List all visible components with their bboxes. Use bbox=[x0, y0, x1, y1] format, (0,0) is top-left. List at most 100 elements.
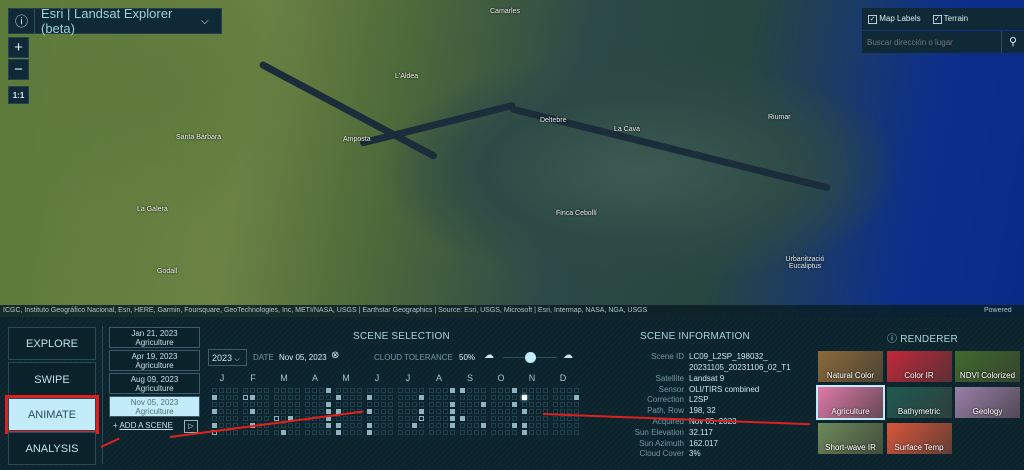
calendar-day[interactable] bbox=[522, 423, 527, 428]
search-box: ⚲ bbox=[862, 31, 1024, 53]
calendar-day[interactable] bbox=[450, 423, 455, 428]
zoom-out-button[interactable]: − bbox=[8, 59, 29, 80]
nav-explore-button[interactable]: EXPLORE bbox=[8, 327, 96, 360]
calendar-day bbox=[536, 423, 541, 428]
calendar-day[interactable] bbox=[522, 409, 527, 414]
calendar-day[interactable] bbox=[212, 423, 217, 428]
app-title-bar[interactable]: ⓘ Esri | Landsat Explorer (beta) ⌵ bbox=[8, 6, 222, 36]
renderer-ndvi-colorized[interactable]: NDVI Colorized bbox=[955, 351, 1020, 382]
calendar-day[interactable] bbox=[336, 395, 341, 400]
chevron-down-icon[interactable]: ⌵ bbox=[201, 16, 221, 27]
play-button[interactable]: ▷ bbox=[184, 420, 198, 433]
zoom-in-button[interactable]: + bbox=[8, 37, 29, 58]
calendar-day bbox=[312, 402, 317, 407]
calendar-day[interactable] bbox=[419, 416, 424, 421]
calendar-day[interactable] bbox=[274, 416, 279, 421]
calendar-day[interactable] bbox=[250, 409, 255, 414]
calendar-day[interactable] bbox=[326, 409, 331, 414]
calendar-day bbox=[367, 402, 372, 407]
animation-scene-item[interactable]: Aug 09, 2023 Agriculture bbox=[109, 373, 200, 394]
calendar-day[interactable] bbox=[450, 409, 455, 414]
calendar-day bbox=[398, 416, 403, 421]
calendar-day bbox=[336, 416, 341, 421]
renderer-short-wave-ir[interactable]: Short-wave IR bbox=[818, 423, 883, 454]
calendar-day bbox=[436, 409, 441, 414]
animation-scene-item[interactable]: Nov 05, 2023 Agriculture bbox=[109, 396, 200, 417]
calendar-day[interactable] bbox=[212, 395, 217, 400]
calendar-day bbox=[264, 388, 269, 393]
map-view[interactable]: Camarles L'Aldea Amposta Deltebre La Cav… bbox=[0, 0, 1024, 317]
calendar-day[interactable] bbox=[450, 416, 455, 421]
renderer-surface-temp[interactable]: Surface Temp bbox=[886, 423, 952, 454]
animation-scene-item[interactable]: Apr 19, 2023 Agriculture bbox=[109, 350, 200, 371]
search-icon[interactable]: ⚲ bbox=[1002, 31, 1024, 53]
calendar-day bbox=[226, 409, 231, 414]
terrain-checkbox[interactable]: ✓ Terrain bbox=[932, 14, 968, 24]
calendar-day[interactable] bbox=[512, 423, 517, 428]
calendar-day bbox=[543, 388, 548, 393]
add-scene-button[interactable]: + ADD A SCENE bbox=[113, 421, 173, 430]
calendar-day[interactable] bbox=[460, 388, 465, 393]
calendar-day[interactable] bbox=[212, 409, 217, 414]
renderer-natural-color[interactable]: Natural Color bbox=[818, 351, 883, 382]
powered-by-link[interactable]: Powered by bbox=[984, 307, 1014, 314]
calendar-day[interactable] bbox=[481, 423, 486, 428]
nav-animate-button[interactable]: ANIMATE bbox=[5, 395, 99, 434]
calendar-day bbox=[443, 395, 448, 400]
calendar-day[interactable] bbox=[412, 423, 417, 428]
info-label: Correction bbox=[647, 395, 684, 405]
calendar-day[interactable] bbox=[419, 409, 424, 414]
calendar-day[interactable] bbox=[512, 402, 517, 407]
year-select[interactable]: 2023 ⌵ bbox=[208, 349, 247, 366]
renderer-bathymetric[interactable]: Bathymetric bbox=[886, 387, 952, 418]
calendar-day[interactable] bbox=[326, 423, 331, 428]
calendar-day bbox=[226, 402, 231, 407]
calendar-day[interactable] bbox=[419, 395, 424, 400]
renderer-label: Geology bbox=[972, 407, 1003, 416]
renderer-geology[interactable]: Geology bbox=[955, 387, 1020, 418]
calendar-day[interactable] bbox=[336, 430, 341, 435]
calendar-day bbox=[233, 402, 238, 407]
calendar-day[interactable] bbox=[367, 423, 372, 428]
calendar-day[interactable] bbox=[481, 402, 486, 407]
calendar-day[interactable] bbox=[522, 430, 527, 435]
scene-date: Jan 21, 2023 bbox=[131, 329, 178, 338]
calendar-day[interactable] bbox=[326, 402, 331, 407]
search-input[interactable] bbox=[862, 31, 1002, 53]
renderer-color-ir[interactable]: Color IR bbox=[886, 351, 952, 382]
calendar-day bbox=[498, 416, 503, 421]
plus-icon: + bbox=[113, 421, 118, 430]
renderer-agriculture[interactable]: Agriculture bbox=[816, 385, 885, 420]
calendar-day[interactable] bbox=[460, 416, 465, 421]
clear-date-icon[interactable]: ⊗ bbox=[331, 350, 339, 361]
calendar-day[interactable] bbox=[367, 395, 372, 400]
cloud-tolerance-slider[interactable] bbox=[503, 352, 557, 363]
info-label: Sun Azimuth bbox=[639, 438, 684, 448]
calendar-day bbox=[429, 402, 434, 407]
calendar-day bbox=[405, 395, 410, 400]
nav-analysis-button[interactable]: ANALYSIS bbox=[8, 432, 96, 465]
calendar-day bbox=[288, 430, 293, 435]
calendar-day[interactable] bbox=[512, 388, 517, 393]
map-label: Finca Cebollí bbox=[556, 210, 597, 217]
calendar-day bbox=[357, 395, 362, 400]
nav-swipe-button[interactable]: SWIPE bbox=[8, 362, 96, 397]
calendar-day[interactable] bbox=[450, 402, 455, 407]
calendar-day[interactable] bbox=[250, 395, 255, 400]
calendar-day[interactable] bbox=[522, 395, 527, 400]
calendar-day[interactable] bbox=[336, 423, 341, 428]
calendar-day[interactable] bbox=[367, 409, 372, 414]
calendar-day[interactable] bbox=[326, 388, 331, 393]
calendar-day[interactable] bbox=[243, 395, 248, 400]
scale-button[interactable]: 1:1 bbox=[8, 86, 29, 104]
info-icon[interactable]: ⓘ bbox=[9, 9, 35, 33]
animation-scene-item[interactable]: Jan 21, 2023 Agriculture bbox=[109, 327, 200, 348]
slider-handle[interactable] bbox=[524, 352, 536, 363]
calendar-day bbox=[429, 423, 434, 428]
calendar-day[interactable] bbox=[450, 388, 455, 393]
calendar-day[interactable] bbox=[367, 430, 372, 435]
info-icon[interactable]: ⓘ bbox=[887, 334, 897, 345]
calendar-day[interactable] bbox=[281, 430, 286, 435]
calendar-day bbox=[295, 388, 300, 393]
map-labels-checkbox[interactable]: ✓ Map Labels bbox=[868, 14, 921, 24]
